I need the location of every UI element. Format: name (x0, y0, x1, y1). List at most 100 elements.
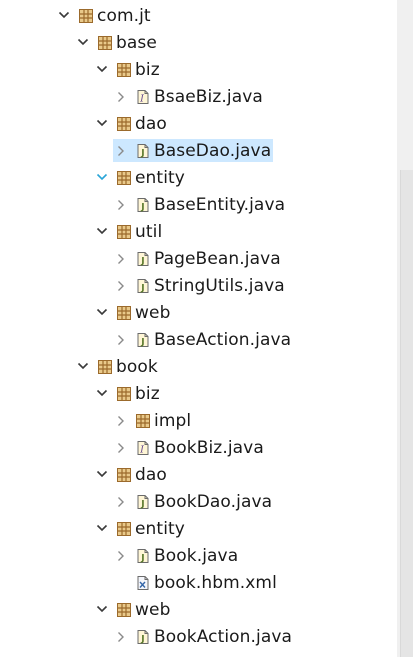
tree-node-label: impl (154, 410, 192, 431)
chevron-down-icon[interactable] (94, 463, 112, 486)
tree-node-label: Book.java (154, 545, 239, 566)
tree-node-bookaction-java[interactable]: J BookAction.java (113, 625, 294, 648)
java-interface-icon: I (135, 440, 151, 456)
chevron-down-icon[interactable] (94, 58, 112, 81)
tree-row[interactable]: base (0, 29, 397, 56)
tree-node-entity[interactable]: entity (94, 517, 187, 540)
chevron-down-icon[interactable] (94, 517, 112, 540)
chevron-down-icon[interactable] (56, 4, 74, 27)
svg-text:J: J (140, 148, 144, 158)
package-icon (116, 224, 132, 240)
java-file-icon: J (135, 629, 151, 645)
chevron-right-icon[interactable] (113, 409, 131, 432)
chevron-right-icon[interactable] (113, 544, 131, 567)
tree-node-bsaebiz-java[interactable]: I BsaeBiz.java (113, 85, 265, 108)
tree-node-basedao-java[interactable]: J BaseDao.java (113, 139, 274, 162)
tree-node-pagebean-java[interactable]: J PageBean.java (113, 247, 283, 270)
package-explorer-tree[interactable]: com.jt base biz I BsaeBiz.java dao J BaseD… (0, 0, 397, 657)
xml-file-icon (135, 575, 151, 591)
tree-node-label: util (135, 221, 163, 242)
tree-node-label: biz (135, 59, 160, 80)
tree-row[interactable]: book.hbm.xml (0, 569, 397, 596)
tree-node-label: BaseEntity.java (154, 194, 286, 215)
chevron-down-icon[interactable] (94, 598, 112, 621)
tree-node-label: base (116, 32, 157, 53)
tree-row[interactable]: J BaseAction.java (0, 326, 397, 353)
chevron-right-icon[interactable] (113, 247, 131, 270)
tree-row[interactable]: J BaseDao.java (0, 137, 397, 164)
tree-row[interactable]: J StringUtils.java (0, 272, 397, 299)
tree-node-label: dao (135, 464, 167, 485)
tree-node-util[interactable]: util (94, 220, 164, 243)
tree-row[interactable]: biz (0, 56, 397, 83)
tree-node-stringutils-java[interactable]: J StringUtils.java (113, 274, 287, 297)
chevron-right-icon[interactable] (113, 85, 131, 108)
package-icon (116, 116, 132, 132)
tree-row[interactable]: book (0, 353, 397, 380)
chevron-right-icon[interactable] (113, 436, 131, 459)
java-file-icon: J (135, 548, 151, 564)
tree-row[interactable]: J BookAction.java (0, 623, 397, 650)
chevron-down-icon[interactable] (75, 31, 93, 54)
chevron-down-icon[interactable] (94, 166, 112, 189)
tree-node-label: PageBean.java (154, 248, 281, 269)
tree-node-dao[interactable]: dao (94, 112, 169, 135)
chevron-right-icon[interactable] (113, 328, 131, 351)
tree-node-book-java[interactable]: J Book.java (113, 544, 240, 567)
tree-node-label: BsaeBiz.java (154, 86, 263, 107)
tree-row[interactable]: com.jt (0, 2, 397, 29)
tree-node-biz[interactable]: biz (94, 382, 162, 405)
svg-text:J: J (140, 337, 144, 347)
tree-node-label: web (135, 302, 171, 323)
package-icon (116, 62, 132, 78)
tree-row[interactable]: impl (0, 407, 397, 434)
tree-row[interactable]: util (0, 218, 397, 245)
chevron-right-icon[interactable] (113, 490, 131, 513)
chevron-down-icon[interactable] (94, 382, 112, 405)
tree-node-label: BookBiz.java (154, 437, 264, 458)
tree-node-biz[interactable]: biz (94, 58, 162, 81)
tree-node-label: entity (135, 518, 185, 539)
tree-row[interactable]: dao (0, 461, 397, 488)
tree-node-book-hbm-xml[interactable]: book.hbm.xml (113, 571, 279, 594)
tree-node-label: BaseAction.java (154, 329, 292, 350)
tree-row[interactable]: dao (0, 110, 397, 137)
chevron-right-icon[interactable] (113, 274, 131, 297)
tree-row[interactable]: web (0, 596, 397, 623)
chevron-down-icon[interactable] (94, 112, 112, 135)
vertical-scrollbar-thumb[interactable] (400, 170, 413, 657)
tree-row[interactable]: entity (0, 164, 397, 191)
tree-node-entity[interactable]: entity (94, 166, 187, 189)
tree-row[interactable]: entity (0, 515, 397, 542)
chevron-down-icon[interactable] (75, 355, 93, 378)
tree-node-base[interactable]: base (75, 31, 159, 54)
tree-row[interactable]: J BookDao.java (0, 488, 397, 515)
chevron-right-icon[interactable] (113, 625, 131, 648)
tree-row[interactable]: J BaseEntity.java (0, 191, 397, 218)
tree-node-label: book (116, 356, 158, 377)
chevron-right-icon[interactable] (113, 139, 131, 162)
tree-node-book[interactable]: book (75, 355, 160, 378)
tree-node-baseentity-java[interactable]: J BaseEntity.java (113, 193, 287, 216)
tree-node-web[interactable]: web (94, 301, 172, 324)
chevron-down-icon[interactable] (94, 301, 112, 324)
tree-node-com-jt[interactable]: com.jt (56, 4, 153, 27)
tree-row[interactable]: J Book.java (0, 542, 397, 569)
svg-text:J: J (140, 283, 144, 293)
tree-node-bookbiz-java[interactable]: I BookBiz.java (113, 436, 266, 459)
tree-row[interactable]: biz (0, 380, 397, 407)
tree-node-impl[interactable]: impl (113, 409, 193, 432)
tree-row[interactable]: I BsaeBiz.java (0, 83, 397, 110)
tree-node-bookdao-java[interactable]: J BookDao.java (113, 490, 274, 513)
chevron-down-icon[interactable] (94, 220, 112, 243)
java-file-icon: J (135, 143, 151, 159)
svg-text:J: J (140, 634, 144, 644)
tree-node-baseaction-java[interactable]: J BaseAction.java (113, 328, 293, 351)
tree-node-web[interactable]: web (94, 598, 172, 621)
tree-row[interactable]: J PageBean.java (0, 245, 397, 272)
tree-node-dao[interactable]: dao (94, 463, 169, 486)
svg-text:I: I (139, 94, 144, 104)
chevron-right-icon[interactable] (113, 193, 131, 216)
tree-row[interactable]: web (0, 299, 397, 326)
tree-row[interactable]: I BookBiz.java (0, 434, 397, 461)
